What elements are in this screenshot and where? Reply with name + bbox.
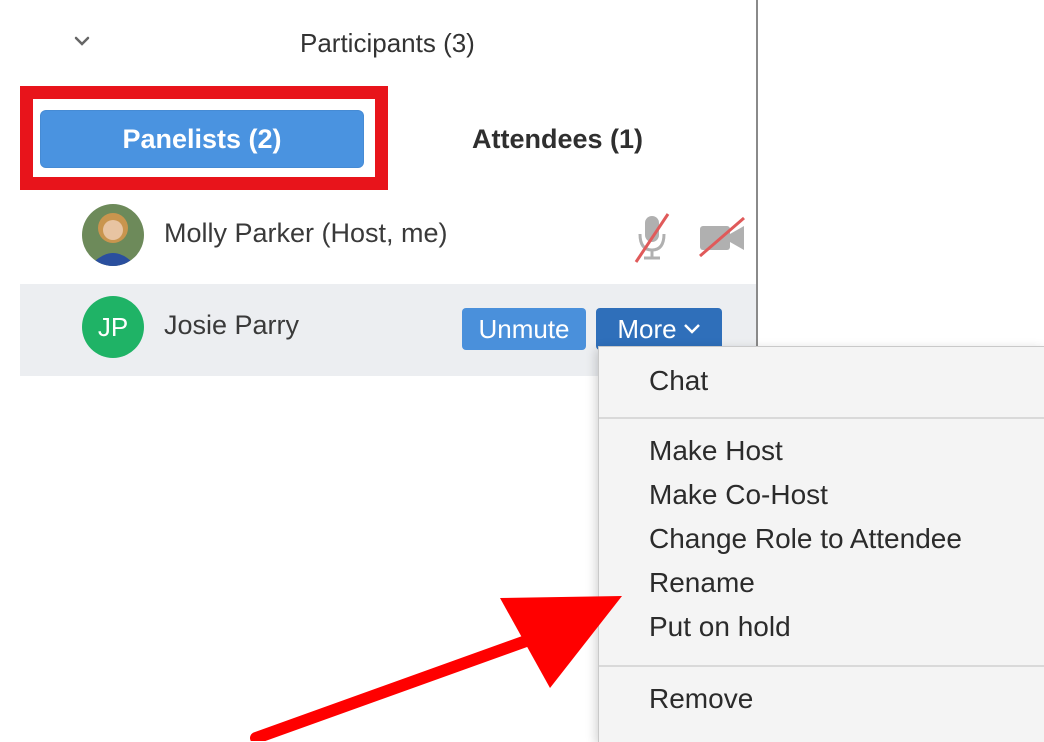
- video-off-icon[interactable]: [696, 214, 748, 260]
- panel-title: Participants (3): [300, 28, 475, 58]
- tab-attendees[interactable]: Attendees (1): [472, 124, 643, 155]
- menu-item-remove[interactable]: Remove: [649, 683, 753, 715]
- participant-name: Josie Parry: [164, 310, 300, 340]
- more-label: More: [617, 313, 677, 344]
- participant-row[interactable]: Molly Parker (Host, me): [20, 192, 756, 282]
- menu-item-make-host[interactable]: Make Host: [649, 435, 783, 467]
- unmute-button[interactable]: Unmute: [462, 308, 586, 350]
- tab-panelists-label: Panelists (2): [122, 123, 282, 154]
- participants-header: Participants (3): [0, 0, 756, 86]
- unmute-label: Unmute: [478, 313, 570, 344]
- menu-item-make-co-host[interactable]: Make Co-Host: [649, 479, 828, 511]
- more-button[interactable]: More: [596, 308, 722, 350]
- chevron-down-icon: [683, 324, 700, 334]
- menu-item-put-on-hold[interactable]: Put on hold: [649, 611, 791, 643]
- tab-attendees-label: Attendees (1): [472, 124, 644, 154]
- menu-item-change-role[interactable]: Change Role to Attendee: [649, 523, 962, 555]
- menu-separator: [599, 417, 1044, 419]
- chevron-down-icon[interactable]: [72, 34, 92, 48]
- mic-muted-icon[interactable]: [632, 210, 672, 264]
- menu-separator: [599, 665, 1044, 667]
- tab-panelists[interactable]: Panelists (2): [40, 110, 364, 168]
- annotation-arrow-icon: [250, 596, 622, 741]
- participant-name: Molly Parker (Host, me): [164, 218, 448, 248]
- menu-item-chat[interactable]: Chat: [649, 365, 708, 397]
- more-dropdown-menu: Chat Make Host Make Co-Host Change Role …: [598, 346, 1044, 742]
- avatar: [82, 204, 144, 266]
- menu-item-rename[interactable]: Rename: [649, 567, 755, 599]
- avatar: JP: [82, 296, 144, 358]
